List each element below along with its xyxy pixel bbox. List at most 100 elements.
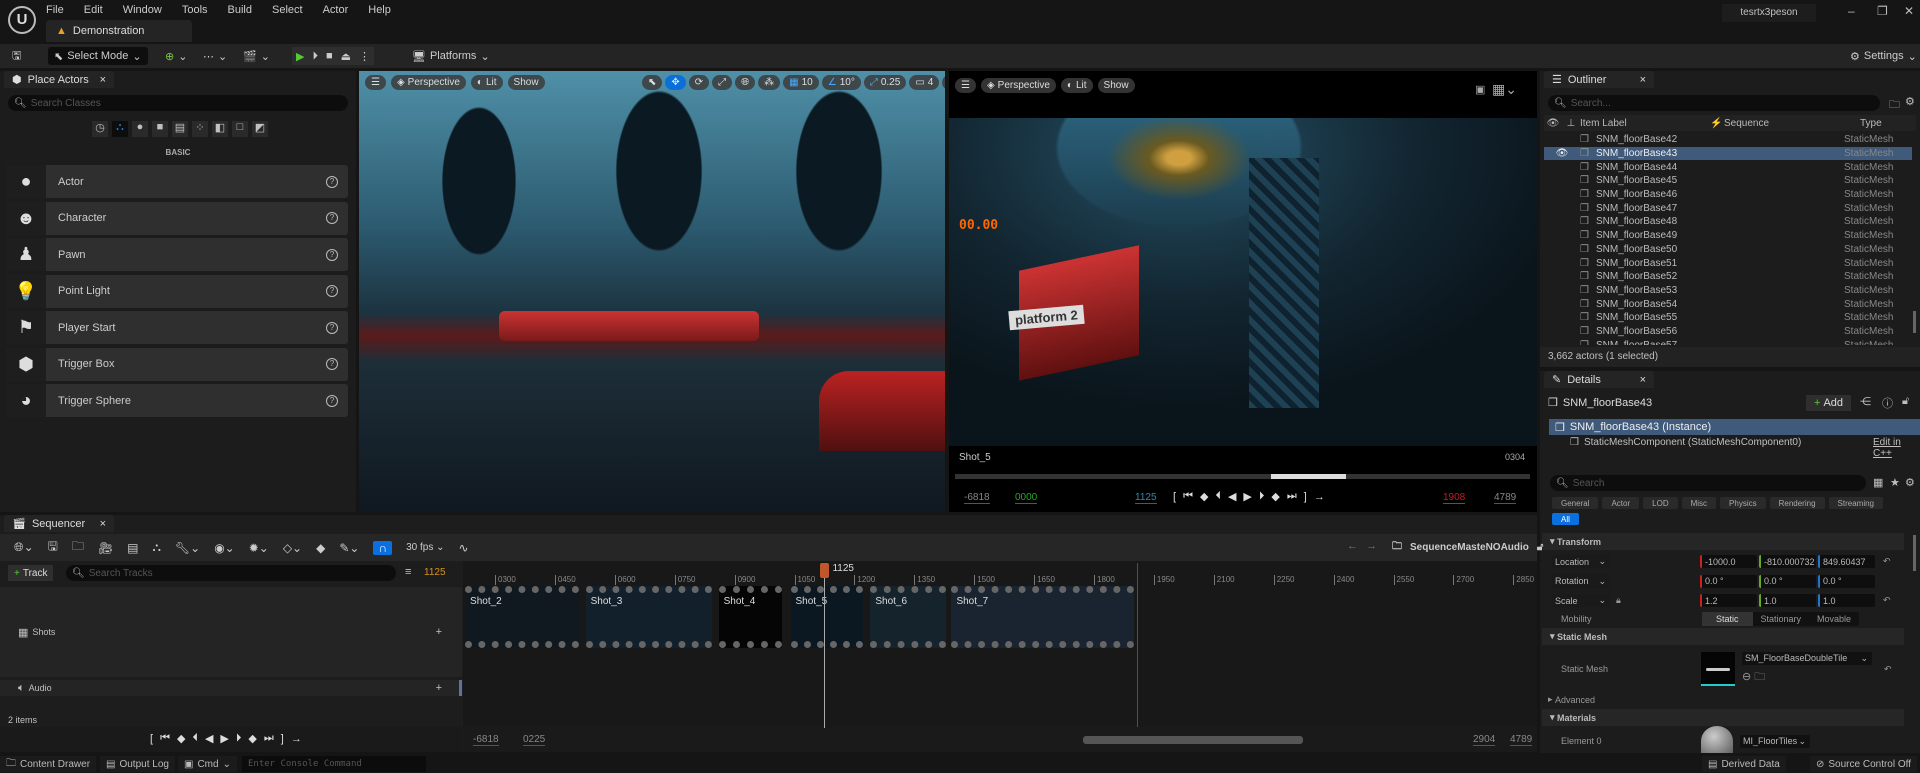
filter-icon[interactable]: ≡ bbox=[405, 566, 411, 578]
outliner-row[interactable]: ❒ SNM_floorBase42 StaticMesh bbox=[1544, 133, 1912, 147]
step-forward-icon[interactable]: ⏵ bbox=[236, 732, 242, 745]
set-end-icon[interactable]: ] bbox=[281, 733, 284, 745]
actor-item[interactable]: ♟ Pawn? bbox=[6, 238, 348, 271]
platforms-button[interactable]: 🖥 Platforms ⌄ bbox=[412, 47, 490, 65]
reset-icon[interactable]: ↶ bbox=[1883, 556, 1891, 567]
shot-clip[interactable]: Shot_5 bbox=[790, 586, 863, 648]
filter-tab-physics[interactable]: Physics bbox=[1720, 497, 1766, 509]
basic-icon[interactable]: ⛬ bbox=[112, 121, 128, 137]
next-key-icon[interactable]: ◆ bbox=[1271, 490, 1279, 503]
stop-icon[interactable]: ■ bbox=[326, 50, 333, 62]
minimize-icon[interactable]: – bbox=[1848, 4, 1855, 18]
outliner-row[interactable]: ❒ SNM_floorBase52 StaticMesh bbox=[1544, 270, 1912, 284]
help-icon[interactable]: ? bbox=[326, 175, 338, 188]
outliner-row[interactable]: ❒ SNM_floorBase46 StaticMesh bbox=[1544, 188, 1912, 202]
prev-key-icon[interactable]: ◆ bbox=[177, 732, 185, 745]
actor-item[interactable]: ☻ Character? bbox=[6, 201, 348, 235]
more-icon[interactable]: ⋮ bbox=[359, 50, 370, 63]
add-audio-icon[interactable]: + bbox=[436, 682, 442, 694]
visibility-column-icon[interactable]: 👁︎ bbox=[1544, 118, 1562, 129]
close-tab-icon[interactable]: × bbox=[1640, 374, 1646, 386]
mobility-static[interactable]: Static bbox=[1702, 612, 1753, 626]
mobility-movable[interactable]: Movable bbox=[1809, 612, 1859, 626]
select-tool-icon[interactable]: ⬉ bbox=[642, 75, 663, 90]
outliner-row[interactable]: ❒ SNM_floorBase55 StaticMesh bbox=[1544, 311, 1912, 325]
show-button[interactable]: Show bbox=[507, 75, 545, 90]
mobility-stationary[interactable]: Stationary bbox=[1753, 612, 1810, 626]
jump-end-icon[interactable]: ⏭ bbox=[1287, 490, 1297, 503]
shot-clip[interactable]: Shot_7 bbox=[951, 586, 1135, 648]
all-classes-icon[interactable]: ◩ bbox=[252, 121, 268, 137]
current-time[interactable]: 1125 bbox=[1135, 492, 1157, 504]
perspective-button[interactable]: ◈ Perspective bbox=[390, 75, 466, 90]
gear-icon[interactable]: ⚙ bbox=[1905, 476, 1915, 489]
volumes-icon[interactable]: □ bbox=[232, 121, 248, 137]
shot-clip[interactable]: Shot_4 bbox=[718, 586, 783, 648]
instance-row[interactable]: ❒ SNM_floorBase43 (Instance) bbox=[1549, 419, 1920, 435]
timeline-scrollbar[interactable] bbox=[1083, 736, 1303, 744]
visual-effects-icon[interactable]: ⁘ bbox=[192, 121, 208, 137]
actor-item[interactable]: ⬢ Trigger Box? bbox=[6, 347, 348, 381]
favorite-star-icon[interactable]: ★ bbox=[1890, 476, 1900, 489]
level-viewport[interactable]: ☰ ◈ Perspective ◐ Lit Show ⬉ ✥ ⟳ ⤢ 🌐︎ ⁂ ▦ 1… bbox=[359, 71, 945, 512]
jump-end-icon[interactable]: ⏭ bbox=[264, 732, 274, 745]
outliner-row[interactable]: ❒ SNM_floorBase50 StaticMesh bbox=[1544, 243, 1912, 257]
blueprint-icon[interactable]: ⋲ bbox=[1860, 395, 1871, 408]
outliner-row[interactable]: ❒ SNM_floorBase47 StaticMesh bbox=[1544, 201, 1912, 215]
outliner-tab[interactable]: ☰ Outliner × bbox=[1544, 71, 1654, 88]
add-track-button[interactable]: + Track bbox=[8, 565, 54, 581]
scale-z-field[interactable]: 1.0 bbox=[1818, 594, 1875, 607]
maximize-icon[interactable]: ❐ bbox=[1877, 4, 1888, 18]
material-thumbnail[interactable] bbox=[1701, 726, 1733, 753]
world-space-icon[interactable]: 🌐︎ bbox=[735, 75, 756, 90]
view-end[interactable]: 4789 bbox=[1510, 734, 1533, 746]
static-mesh-section[interactable]: ▾ Static Mesh bbox=[1542, 628, 1904, 645]
fps-dropdown[interactable]: 30 fps ⌄ bbox=[406, 542, 444, 553]
cmd-dropdown[interactable]: ▣ Cmd ⌄ bbox=[178, 756, 237, 772]
outliner-row[interactable]: ❒ SNM_floorBase44 StaticMesh bbox=[1544, 160, 1912, 174]
curve-editor-icon[interactable]: ∿ bbox=[459, 541, 469, 555]
step-forward-icon[interactable]: ⏵ bbox=[1259, 490, 1265, 503]
track-audio[interactable]: 🔈︎ Audio + bbox=[0, 680, 462, 696]
details-scrollbar[interactable] bbox=[1913, 535, 1916, 571]
layout-grid-icon[interactable]: ▦⌄ bbox=[1492, 81, 1517, 98]
track-shots[interactable]: ▦ Shots + bbox=[0, 587, 462, 677]
render-movie-icon[interactable]: 🎥︎ bbox=[98, 541, 113, 555]
help-icon[interactable]: ? bbox=[326, 394, 338, 407]
details-search-input[interactable]: 🔍︎ Search bbox=[1550, 475, 1866, 491]
playhead-line[interactable] bbox=[824, 578, 826, 728]
scale-snap-button[interactable]: ⤢ 0.25 bbox=[863, 75, 907, 90]
maximize-viewport-icon[interactable]: □ bbox=[942, 75, 945, 90]
help-icon[interactable]: ? bbox=[326, 248, 338, 261]
help-icon[interactable]: ? bbox=[326, 358, 338, 370]
add-component-button[interactable]: + Add bbox=[1806, 395, 1852, 411]
filter-all[interactable]: All bbox=[1552, 513, 1579, 525]
rotation-y-field[interactable]: 0.0 ° bbox=[1759, 574, 1816, 588]
play-reverse-icon[interactable]: ◀ bbox=[1228, 490, 1236, 503]
location-z-field[interactable]: 849.60437 bbox=[1818, 555, 1875, 568]
location-x-field[interactable]: -1000.0 bbox=[1700, 555, 1757, 568]
use-selected-icon[interactable]: ⊖ bbox=[1742, 671, 1751, 683]
shapes-icon[interactable]: ■ bbox=[152, 121, 168, 137]
mesh-thumbnail[interactable] bbox=[1701, 652, 1735, 686]
step-icon[interactable]: ⏵ bbox=[312, 50, 318, 63]
playhead-handle[interactable] bbox=[820, 563, 830, 578]
visibility-icon[interactable]: 👁︎ bbox=[1544, 148, 1580, 159]
gear-icon[interactable]: ⚙ bbox=[1905, 95, 1915, 108]
table-view-icon[interactable]: ▦ bbox=[1873, 476, 1883, 489]
lights-icon[interactable]: ● bbox=[132, 121, 148, 137]
help-icon[interactable]: ? bbox=[326, 285, 338, 297]
derived-data-button[interactable]: ▤ Derived Data bbox=[1702, 756, 1786, 772]
view-in[interactable]: 0225 bbox=[523, 734, 546, 746]
advanced-row[interactable]: ▸ Advanced bbox=[1540, 691, 1904, 708]
search-tracks-input[interactable]: 🔍︎ Search Tracks bbox=[66, 565, 396, 581]
transform-section[interactable]: ▾ Transform bbox=[1542, 533, 1904, 550]
grid-snap-button[interactable]: ▦ 10 bbox=[783, 75, 819, 90]
autokey-icon[interactable]: ◆ bbox=[316, 541, 325, 555]
shot-clip[interactable]: Shot_3 bbox=[585, 586, 713, 648]
outliner-scrollbar[interactable] bbox=[1913, 311, 1916, 333]
set-end-icon[interactable]: ] bbox=[1304, 491, 1307, 503]
prev-key-icon[interactable]: ◆ bbox=[1200, 490, 1208, 503]
viewport2-menu-button[interactable]: ☰ bbox=[955, 78, 976, 93]
shot-clip[interactable]: Shot_2 bbox=[465, 586, 580, 648]
